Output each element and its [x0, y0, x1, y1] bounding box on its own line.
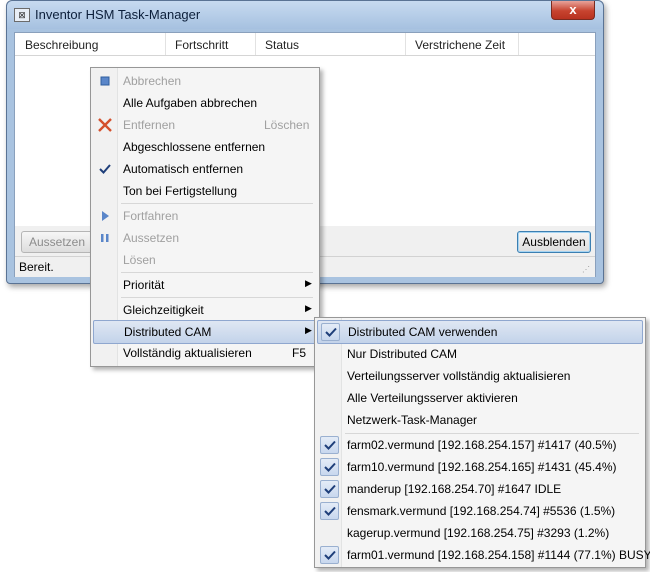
pause-button[interactable]: Aussetzen	[21, 231, 93, 253]
menu-item-sound-on-completion[interactable]: Ton bei Fertigstellung	[93, 180, 317, 202]
app-icon: ⊠	[14, 8, 30, 22]
menu-item-label: Alle Aufgaben abbrechen	[123, 96, 258, 110]
menu-item-label: Netzwerk-Task-Manager	[347, 413, 478, 427]
menu-item-distributed-cam[interactable]: Distributed CAM ▶	[93, 320, 317, 344]
column-header-description[interactable]: Beschreibung	[25, 38, 98, 52]
menu-item-label: Fortfahren	[123, 209, 179, 223]
submenu-item-server[interactable]: manderup [192.168.254.70] #1647 IDLE	[317, 478, 643, 500]
distributed-cam-submenu: Distributed CAM verwenden Nur Distribute…	[314, 317, 650, 568]
menu-item-label: Aussetzen	[123, 231, 180, 245]
checkmark-icon	[97, 161, 113, 177]
menu-item-label: Abbrechen	[123, 74, 182, 88]
menu-item-label: Entfernen	[123, 118, 176, 132]
submenu-item-only-distributed-cam[interactable]: Nur Distributed CAM	[317, 343, 643, 365]
menu-item-label: Ton bei Fertigstellung	[123, 184, 238, 198]
menu-item-label: Nur Distributed CAM	[347, 347, 458, 361]
submenu-item-server[interactable]: fensmark.vermund [192.168.254.74] #5536 …	[317, 500, 643, 522]
menu-item-full-refresh[interactable]: Vollständig aktualisieren F5	[93, 342, 317, 364]
context-menu: Abbrechen Alle Aufgaben abbrechen Entfer…	[90, 67, 320, 367]
column-header-status[interactable]: Status	[265, 38, 299, 52]
checkmark-icon	[321, 323, 340, 341]
menu-item-remove-completed[interactable]: Abgeschlossene entfernen	[93, 136, 317, 158]
stop-icon	[97, 73, 113, 89]
menu-item-label: Lösen	[123, 253, 156, 267]
menu-item-label: farm02.vermund [192.168.254.157] #1417 (…	[347, 438, 617, 452]
checkmark-icon	[320, 436, 339, 454]
menu-item-shortcut: F5	[292, 346, 307, 360]
menu-item-priority[interactable]: Priorität ▶	[93, 274, 317, 296]
column-separator[interactable]	[165, 33, 166, 55]
window-title: Inventor HSM Task-Manager	[35, 7, 201, 22]
menu-item-auto-remove[interactable]: Automatisch entfernen	[93, 158, 317, 180]
column-separator[interactable]	[518, 33, 519, 55]
menu-item-label: kagerup.vermund [192.168.254.75] #3293 (…	[347, 526, 610, 540]
menu-item-label: Automatisch entfernen	[123, 162, 244, 176]
hide-button[interactable]: Ausblenden	[517, 231, 591, 253]
checkmark-icon	[320, 458, 339, 476]
submenu-item-server[interactable]: farm02.vermund [192.168.254.157] #1417 (…	[317, 434, 643, 456]
menu-item-pause[interactable]: Aussetzen	[93, 227, 317, 249]
menu-item-concurrency[interactable]: Gleichzeitigkeit ▶	[93, 299, 317, 321]
close-button[interactable]: x	[551, 1, 595, 20]
submenu-item-enable-all-servers[interactable]: Alle Verteilungsserver aktivieren	[317, 387, 643, 409]
submenu-item-server[interactable]: farm10.vermund [192.168.254.165] #1431 (…	[317, 456, 643, 478]
submenu-item-server[interactable]: kagerup.vermund [192.168.254.75] #3293 (…	[317, 522, 643, 544]
menu-item-label: manderup [192.168.254.70] #1647 IDLE	[347, 482, 562, 496]
play-icon	[97, 208, 113, 224]
menu-item-label: Verteilungsserver vollständig aktualisie…	[347, 369, 571, 383]
column-header-progress[interactable]: Fortschritt	[175, 38, 228, 52]
column-separator[interactable]	[255, 33, 256, 55]
column-separator[interactable]	[405, 33, 406, 55]
status-text: Bereit.	[19, 260, 54, 274]
menu-item-label: farm01.vermund [192.168.254.158] #1144 (…	[347, 548, 650, 562]
checkmark-icon	[320, 546, 339, 564]
task-list-header: Beschreibung Fortschritt Status Verstric…	[15, 33, 595, 56]
menu-item-label: Distributed CAM	[124, 325, 212, 339]
menu-item-label: Alle Verteilungsserver aktivieren	[347, 391, 518, 405]
remove-x-icon	[97, 117, 113, 133]
menu-item-cancel[interactable]: Abbrechen	[93, 70, 317, 92]
menu-item-release[interactable]: Lösen	[93, 249, 317, 271]
menu-item-label: Priorität	[123, 278, 165, 292]
menu-separator	[121, 272, 313, 273]
submenu-item-refresh-servers[interactable]: Verteilungsserver vollständig aktualisie…	[317, 365, 643, 387]
submenu-arrow-icon: ▶	[305, 325, 312, 335]
menu-separator	[121, 297, 313, 298]
title-bar[interactable]: ⊠ Inventor HSM Task-Manager x	[7, 1, 603, 29]
menu-item-cancel-all[interactable]: Alle Aufgaben abbrechen	[93, 92, 317, 114]
submenu-arrow-icon: ▶	[305, 303, 312, 313]
menu-item-remove[interactable]: Entfernen Löschen	[93, 114, 317, 136]
menu-item-resume[interactable]: Fortfahren	[93, 205, 317, 227]
checkmark-icon	[320, 502, 339, 520]
menu-item-label: fensmark.vermund [192.168.254.74] #5536 …	[347, 504, 616, 518]
menu-item-label: farm10.vermund [192.168.254.165] #1431 (…	[347, 460, 617, 474]
menu-item-label: Gleichzeitigkeit	[123, 303, 204, 317]
submenu-item-server[interactable]: farm01.vermund [192.168.254.158] #1144 (…	[317, 544, 650, 566]
menu-item-label: Abgeschlossene entfernen	[123, 140, 266, 154]
menu-item-shortcut: Löschen	[264, 118, 310, 132]
resize-grip-icon[interactable]: ⋰	[582, 265, 592, 275]
submenu-item-use-distributed-cam[interactable]: Distributed CAM verwenden	[317, 320, 643, 344]
menu-separator	[121, 203, 313, 204]
menu-item-label: Distributed CAM verwenden	[348, 325, 498, 339]
menu-item-label: Vollständig aktualisieren	[123, 346, 252, 360]
pause-icon	[97, 230, 113, 246]
column-header-elapsed-time[interactable]: Verstrichene Zeit	[415, 38, 505, 52]
submenu-arrow-icon: ▶	[305, 278, 312, 288]
checkmark-icon	[320, 480, 339, 498]
submenu-item-network-task-manager[interactable]: Netzwerk-Task-Manager	[317, 409, 643, 431]
